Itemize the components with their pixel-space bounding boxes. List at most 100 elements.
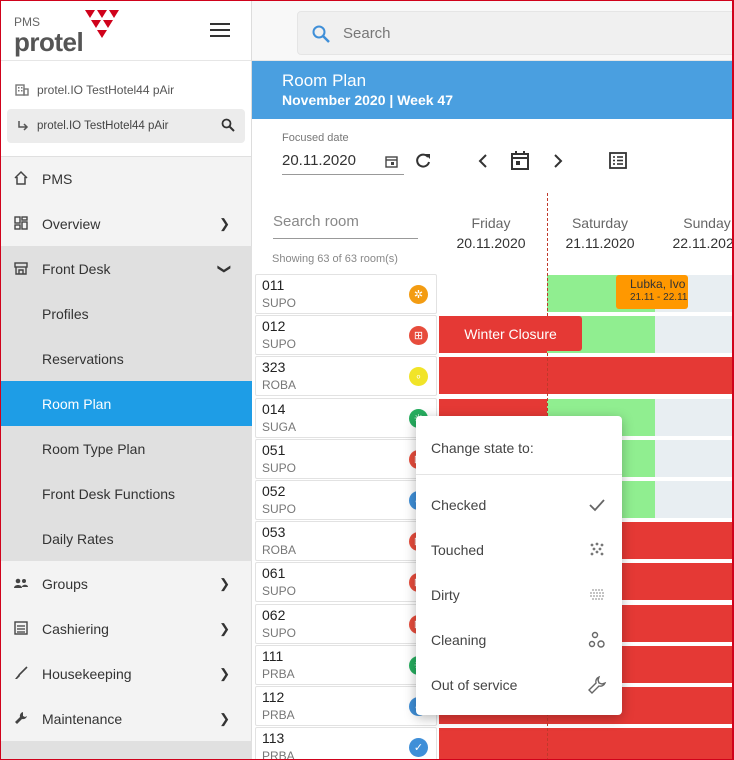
room-cell[interactable]: 051SUPO⊞ bbox=[255, 438, 437, 479]
nav-item-front-desk-functions[interactable]: Front Desk Functions bbox=[1, 471, 252, 516]
calendar-icon[interactable] bbox=[385, 155, 398, 168]
nav-item-pms[interactable]: PMS bbox=[1, 156, 252, 201]
day-header: Friday 20.11.2020 bbox=[456, 215, 526, 251]
room-cell[interactable]: 012 SUPO ⊞ bbox=[255, 315, 437, 356]
room-cell[interactable]: 113 PRBA ✓ bbox=[255, 727, 437, 759]
room-cell[interactable]: 014SUGA✳ bbox=[255, 397, 437, 438]
nav-item-cashiering[interactable]: Cashiering ❯ bbox=[1, 606, 252, 651]
room-cell[interactable]: 112PRBA✓ bbox=[255, 686, 437, 726]
room-state-touched-icon[interactable]: ✲ bbox=[409, 285, 428, 304]
state-option-out-of-service[interactable]: Out of service bbox=[416, 662, 622, 707]
nav-item-overview[interactable]: Overview ❯ bbox=[1, 201, 252, 246]
nav-item-maintenance[interactable]: Maintenance ❯ bbox=[1, 696, 252, 741]
state-option-cleaning[interactable]: Cleaning bbox=[416, 617, 622, 662]
nav-item-more[interactable] bbox=[1, 741, 252, 759]
room-cell[interactable]: 111PRBA✳ bbox=[255, 644, 437, 685]
page-subtitle: November 2020 | Week 47 bbox=[282, 92, 453, 108]
list-view-icon[interactable] bbox=[609, 152, 627, 169]
nav-item-groups[interactable]: Groups ❯ bbox=[1, 561, 252, 606]
chevron-right-icon[interactable] bbox=[552, 154, 564, 168]
room-type: SUGA bbox=[262, 419, 297, 434]
state-option-touched[interactable]: Touched bbox=[416, 527, 622, 572]
availability-cell[interactable] bbox=[655, 316, 732, 354]
focused-date-label: Focused date bbox=[282, 132, 349, 144]
blocked-block[interactable] bbox=[439, 357, 732, 395]
availability-cell[interactable] bbox=[655, 398, 732, 436]
nav-item-reservations[interactable]: Reservations bbox=[1, 336, 252, 381]
availability-cell[interactable] bbox=[655, 439, 732, 477]
room-type: SUPO bbox=[262, 296, 297, 310]
property-search-box[interactable]: protel.IO TestHotel44 pAir bbox=[7, 109, 245, 143]
reservation-block[interactable]: Lubka, Ivo 21.11 - 22.11 bbox=[616, 275, 688, 309]
room-row: 323 ROBA ∘ bbox=[255, 356, 732, 397]
room-number: 323 bbox=[262, 359, 286, 376]
maintenance-icon bbox=[15, 712, 27, 724]
room-number: 014 bbox=[262, 400, 286, 417]
nav-item-profiles[interactable]: Profiles bbox=[1, 291, 252, 336]
room-cell[interactable]: 052SUPO✓ bbox=[255, 480, 437, 520]
room-number: 113 bbox=[262, 730, 285, 747]
front-desk-icon bbox=[14, 262, 28, 275]
touched-icon bbox=[590, 542, 604, 556]
day-header: Saturday 21.11.2020 bbox=[565, 215, 635, 251]
room-type: SUPO bbox=[262, 625, 297, 640]
menu-toggle-button[interactable] bbox=[210, 23, 230, 39]
property-selector: protel.IO TestHotel44 pAir protel.IO Tes… bbox=[1, 61, 251, 157]
room-number: 053 bbox=[262, 524, 286, 541]
chevron-right-icon: ❯ bbox=[219, 576, 230, 591]
nav-item-room-type-plan[interactable]: Room Type Plan bbox=[1, 426, 252, 471]
chevron-down-icon: ❯ bbox=[217, 263, 233, 275]
room-count-label: Showing 63 of 63 room(s) bbox=[272, 253, 398, 265]
nav-item-daily-rates[interactable]: Daily Rates bbox=[1, 516, 252, 561]
page-title: Room Plan bbox=[282, 71, 367, 90]
availability-cell[interactable] bbox=[655, 481, 732, 518]
home-icon bbox=[14, 170, 28, 185]
search-room-input[interactable]: Search room bbox=[273, 213, 418, 239]
page-header: Room Plan November 2020 | Week 47 bbox=[252, 61, 732, 119]
room-type: SUPO bbox=[262, 502, 297, 516]
room-state-dirty-icon[interactable]: ⊞ bbox=[409, 326, 428, 346]
room-state-cleaning-icon[interactable]: ∘ bbox=[409, 367, 428, 387]
building-icon bbox=[15, 84, 29, 96]
nav-item-housekeeping[interactable]: Housekeeping ❯ bbox=[1, 651, 252, 696]
room-cell[interactable]: 323 ROBA ∘ bbox=[255, 356, 437, 397]
room-cell[interactable]: 011 SUPO ✲ bbox=[255, 274, 437, 314]
cleaning-icon bbox=[588, 631, 605, 648]
subdirectory-arrow-icon bbox=[18, 121, 29, 131]
groups-icon bbox=[14, 578, 28, 588]
chevron-left-icon[interactable] bbox=[477, 154, 489, 168]
refresh-icon[interactable] bbox=[414, 152, 432, 170]
room-cell[interactable]: 061SUPO⊞ bbox=[255, 562, 437, 603]
room-type: ROBA bbox=[262, 378, 297, 393]
sidebar: PMS protel protel.IO TestHotel44 pAir pr… bbox=[1, 1, 252, 759]
room-cell[interactable]: 053ROBA⊞ bbox=[255, 521, 437, 562]
nav-item-front-desk[interactable]: Front Desk ❯ bbox=[1, 246, 252, 291]
room-number: 011 bbox=[262, 277, 285, 293]
change-state-menu: Change state to: Checked Touched Dirty C… bbox=[416, 416, 622, 715]
state-option-checked[interactable]: Checked bbox=[416, 482, 622, 527]
reservation-guest: Lubka, Ivo bbox=[630, 277, 686, 291]
focused-date-input[interactable]: 20.11.2020 bbox=[282, 149, 404, 175]
focused-date-value: 20.11.2020 bbox=[282, 152, 356, 169]
global-search-input[interactable]: Search bbox=[297, 11, 732, 55]
dirty-icon bbox=[590, 589, 604, 600]
room-state-checked-icon[interactable]: ✓ bbox=[409, 738, 428, 758]
search-icon[interactable] bbox=[221, 118, 235, 132]
wrench-icon bbox=[588, 675, 607, 694]
room-number: 111 bbox=[262, 647, 284, 664]
app-frame: PMS protel protel.IO TestHotel44 pAir pr… bbox=[0, 0, 734, 760]
state-option-dirty[interactable]: Dirty bbox=[416, 572, 622, 617]
chevron-right-icon: ❯ bbox=[219, 621, 230, 636]
nav-item-room-plan[interactable]: Room Plan bbox=[1, 381, 252, 426]
room-cell[interactable]: 062SUPO⊞ bbox=[255, 603, 437, 644]
blocked-block[interactable] bbox=[439, 728, 732, 759]
calendar-today-icon[interactable] bbox=[511, 151, 529, 170]
day-header: Sunday 22.11.2020 bbox=[672, 215, 734, 251]
winter-closure-block[interactable]: Winter Closure bbox=[439, 316, 582, 351]
reservation-dates: 21.11 - 22.11 bbox=[630, 292, 688, 303]
room-number: 012 bbox=[262, 318, 286, 335]
search-icon bbox=[312, 25, 330, 43]
room-type: PRBA bbox=[262, 708, 295, 722]
logo-area: PMS protel bbox=[1, 1, 251, 61]
top-bar: Search bbox=[252, 1, 732, 61]
